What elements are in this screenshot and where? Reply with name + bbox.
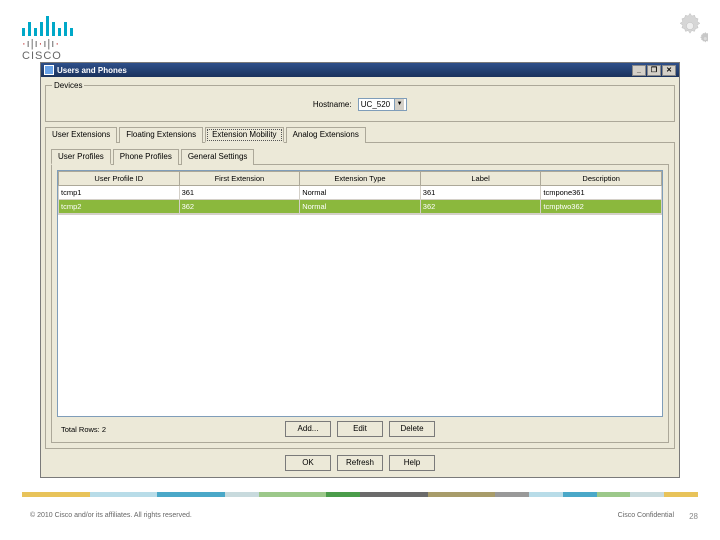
- hostname-select[interactable]: UC_520 ▼: [358, 98, 407, 111]
- table-header-row: User Profile ID First Extension Extensio…: [59, 172, 662, 186]
- window-title: Users and Phones: [57, 66, 127, 75]
- col-first-extension[interactable]: First Extension: [179, 172, 300, 186]
- users-and-phones-window: Users and Phones _ ❐ ✕ Devices Hostname:…: [40, 62, 680, 478]
- cisco-logo-bars: [22, 12, 73, 36]
- gear-icon: [672, 8, 708, 44]
- col-label[interactable]: Label: [420, 172, 541, 186]
- inner-tab-panel: User Profile ID First Extension Extensio…: [51, 164, 669, 443]
- table-button-row: Total Rows: 2 Add... Edit Delete: [57, 421, 663, 437]
- tab-user-extensions[interactable]: User Extensions: [45, 127, 117, 143]
- tab-user-profiles[interactable]: User Profiles: [51, 149, 111, 165]
- profiles-table: User Profile ID First Extension Extensio…: [58, 171, 662, 214]
- maximize-button[interactable]: ❐: [647, 65, 661, 76]
- chevron-down-icon: ▼: [394, 99, 404, 110]
- window-icon: [44, 65, 54, 75]
- tab-general-settings[interactable]: General Settings: [181, 149, 255, 165]
- devices-legend: Devices: [52, 81, 84, 90]
- cisco-logo-text: ·ı|ı·ı|ı· CISCO: [22, 38, 73, 62]
- hostname-value: UC_520: [361, 100, 390, 109]
- titlebar: Users and Phones _ ❐ ✕: [41, 63, 679, 77]
- footer-copyright: © 2010 Cisco and/or its affiliates. All …: [30, 512, 192, 519]
- delete-button[interactable]: Delete: [389, 421, 435, 437]
- total-rows-label: Total Rows: 2: [61, 425, 106, 434]
- profiles-table-container: User Profile ID First Extension Extensio…: [57, 170, 663, 417]
- footer-color-bar: [22, 492, 698, 497]
- inner-tabs: User Profiles Phone Profiles General Set…: [51, 148, 669, 164]
- outer-tab-panel: User Profiles Phone Profiles General Set…: [45, 142, 675, 449]
- window-button-row: OK Refresh Help: [45, 455, 675, 471]
- help-button[interactable]: Help: [389, 455, 435, 471]
- footer-confidential: Cisco Confidential: [618, 512, 674, 519]
- table-row[interactable]: tcmp2 362 Normal 362 tcmptwo362: [59, 200, 662, 214]
- hostname-label: Hostname:: [313, 100, 352, 109]
- table-row[interactable]: tcmp1 361 Normal 361 tcmpone361: [59, 186, 662, 200]
- add-button[interactable]: Add...: [285, 421, 331, 437]
- col-user-profile-id[interactable]: User Profile ID: [59, 172, 180, 186]
- tab-extension-mobility[interactable]: Extension Mobility: [205, 127, 283, 143]
- cisco-logo: ·ı|ı·ı|ı· CISCO: [22, 12, 73, 62]
- slide-number: 28: [689, 512, 698, 521]
- col-description[interactable]: Description: [541, 172, 662, 186]
- ok-button[interactable]: OK: [285, 455, 331, 471]
- window-controls: _ ❐ ✕: [632, 65, 676, 76]
- edit-button[interactable]: Edit: [337, 421, 383, 437]
- refresh-button[interactable]: Refresh: [337, 455, 383, 471]
- table-empty-area: [58, 214, 662, 416]
- tab-floating-extensions[interactable]: Floating Extensions: [119, 127, 203, 143]
- devices-fieldset: Devices Hostname: UC_520 ▼: [45, 81, 675, 122]
- outer-tabs: User Extensions Floating Extensions Exte…: [45, 126, 675, 142]
- close-button[interactable]: ✕: [662, 65, 676, 76]
- tab-analog-extensions[interactable]: Analog Extensions: [286, 127, 366, 143]
- col-extension-type[interactable]: Extension Type: [300, 172, 421, 186]
- minimize-button[interactable]: _: [632, 65, 646, 76]
- tab-phone-profiles[interactable]: Phone Profiles: [113, 149, 179, 165]
